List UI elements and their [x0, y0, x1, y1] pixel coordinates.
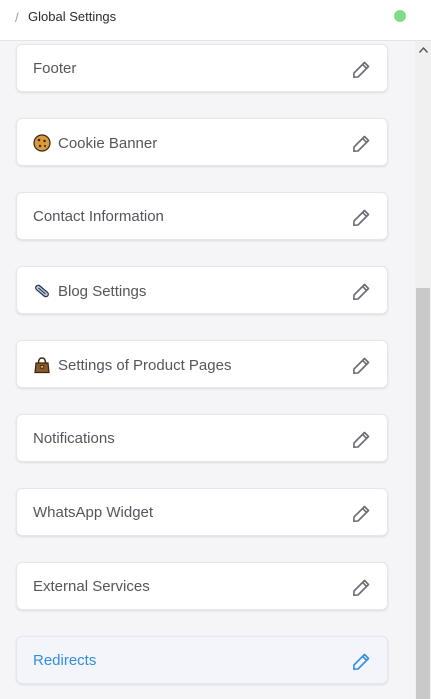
- edit-icon[interactable]: [350, 503, 372, 525]
- scrollbar-thumb[interactable]: [416, 288, 430, 699]
- settings-item-label: External Services: [33, 578, 150, 595]
- settings-item-label: Notifications: [33, 430, 115, 447]
- settings-item-footer[interactable]: Footer: [16, 44, 388, 92]
- edit-icon[interactable]: [350, 355, 372, 377]
- settings-item-label: WhatsApp Widget: [33, 504, 154, 521]
- settings-item-redirects[interactable]: Redirects: [16, 636, 388, 684]
- status-indicator: [394, 10, 406, 22]
- settings-item-cookie-banner[interactable]: Cookie Banner: [16, 118, 388, 166]
- scroll-up-arrow-icon[interactable]: [415, 41, 431, 59]
- settings-item-label: Footer: [33, 60, 77, 77]
- settings-item-label: Redirects: [33, 652, 97, 669]
- breadcrumb-separator: /: [15, 10, 19, 25]
- settings-item-whatsapp-widget[interactable]: WhatsApp Widget: [16, 488, 388, 536]
- edit-icon[interactable]: [350, 281, 372, 303]
- edit-icon[interactable]: [350, 651, 372, 673]
- settings-item-contact-information[interactable]: Contact Information: [16, 192, 388, 240]
- settings-item-label: Blog Settings: [33, 282, 146, 300]
- settings-item-product-pages[interactable]: Settings of Product Pages: [16, 340, 388, 388]
- edit-icon[interactable]: [350, 429, 372, 451]
- page-title: Global Settings: [28, 9, 117, 24]
- settings-item-label: Contact Information: [33, 208, 164, 225]
- settings-item-label: Settings of Product Pages: [33, 356, 231, 374]
- edit-icon[interactable]: [350, 207, 372, 229]
- vertical-scrollbar[interactable]: [415, 41, 431, 699]
- cookie-icon: [33, 134, 51, 152]
- edit-icon[interactable]: [350, 577, 372, 599]
- edit-icon[interactable]: [350, 59, 372, 81]
- settings-item-blog-settings[interactable]: Blog Settings: [16, 266, 388, 314]
- paperclip-icon: [35, 284, 49, 298]
- settings-list: Footer Cookie Banner Contact Information…: [0, 41, 415, 699]
- edit-icon[interactable]: [350, 133, 372, 155]
- settings-item-external-services[interactable]: External Services: [16, 562, 388, 610]
- settings-item-notifications[interactable]: Notifications: [16, 414, 388, 462]
- top-bar: / Global Settings: [0, 0, 431, 41]
- handbag-icon: [34, 357, 50, 374]
- settings-item-label: Cookie Banner: [33, 134, 157, 152]
